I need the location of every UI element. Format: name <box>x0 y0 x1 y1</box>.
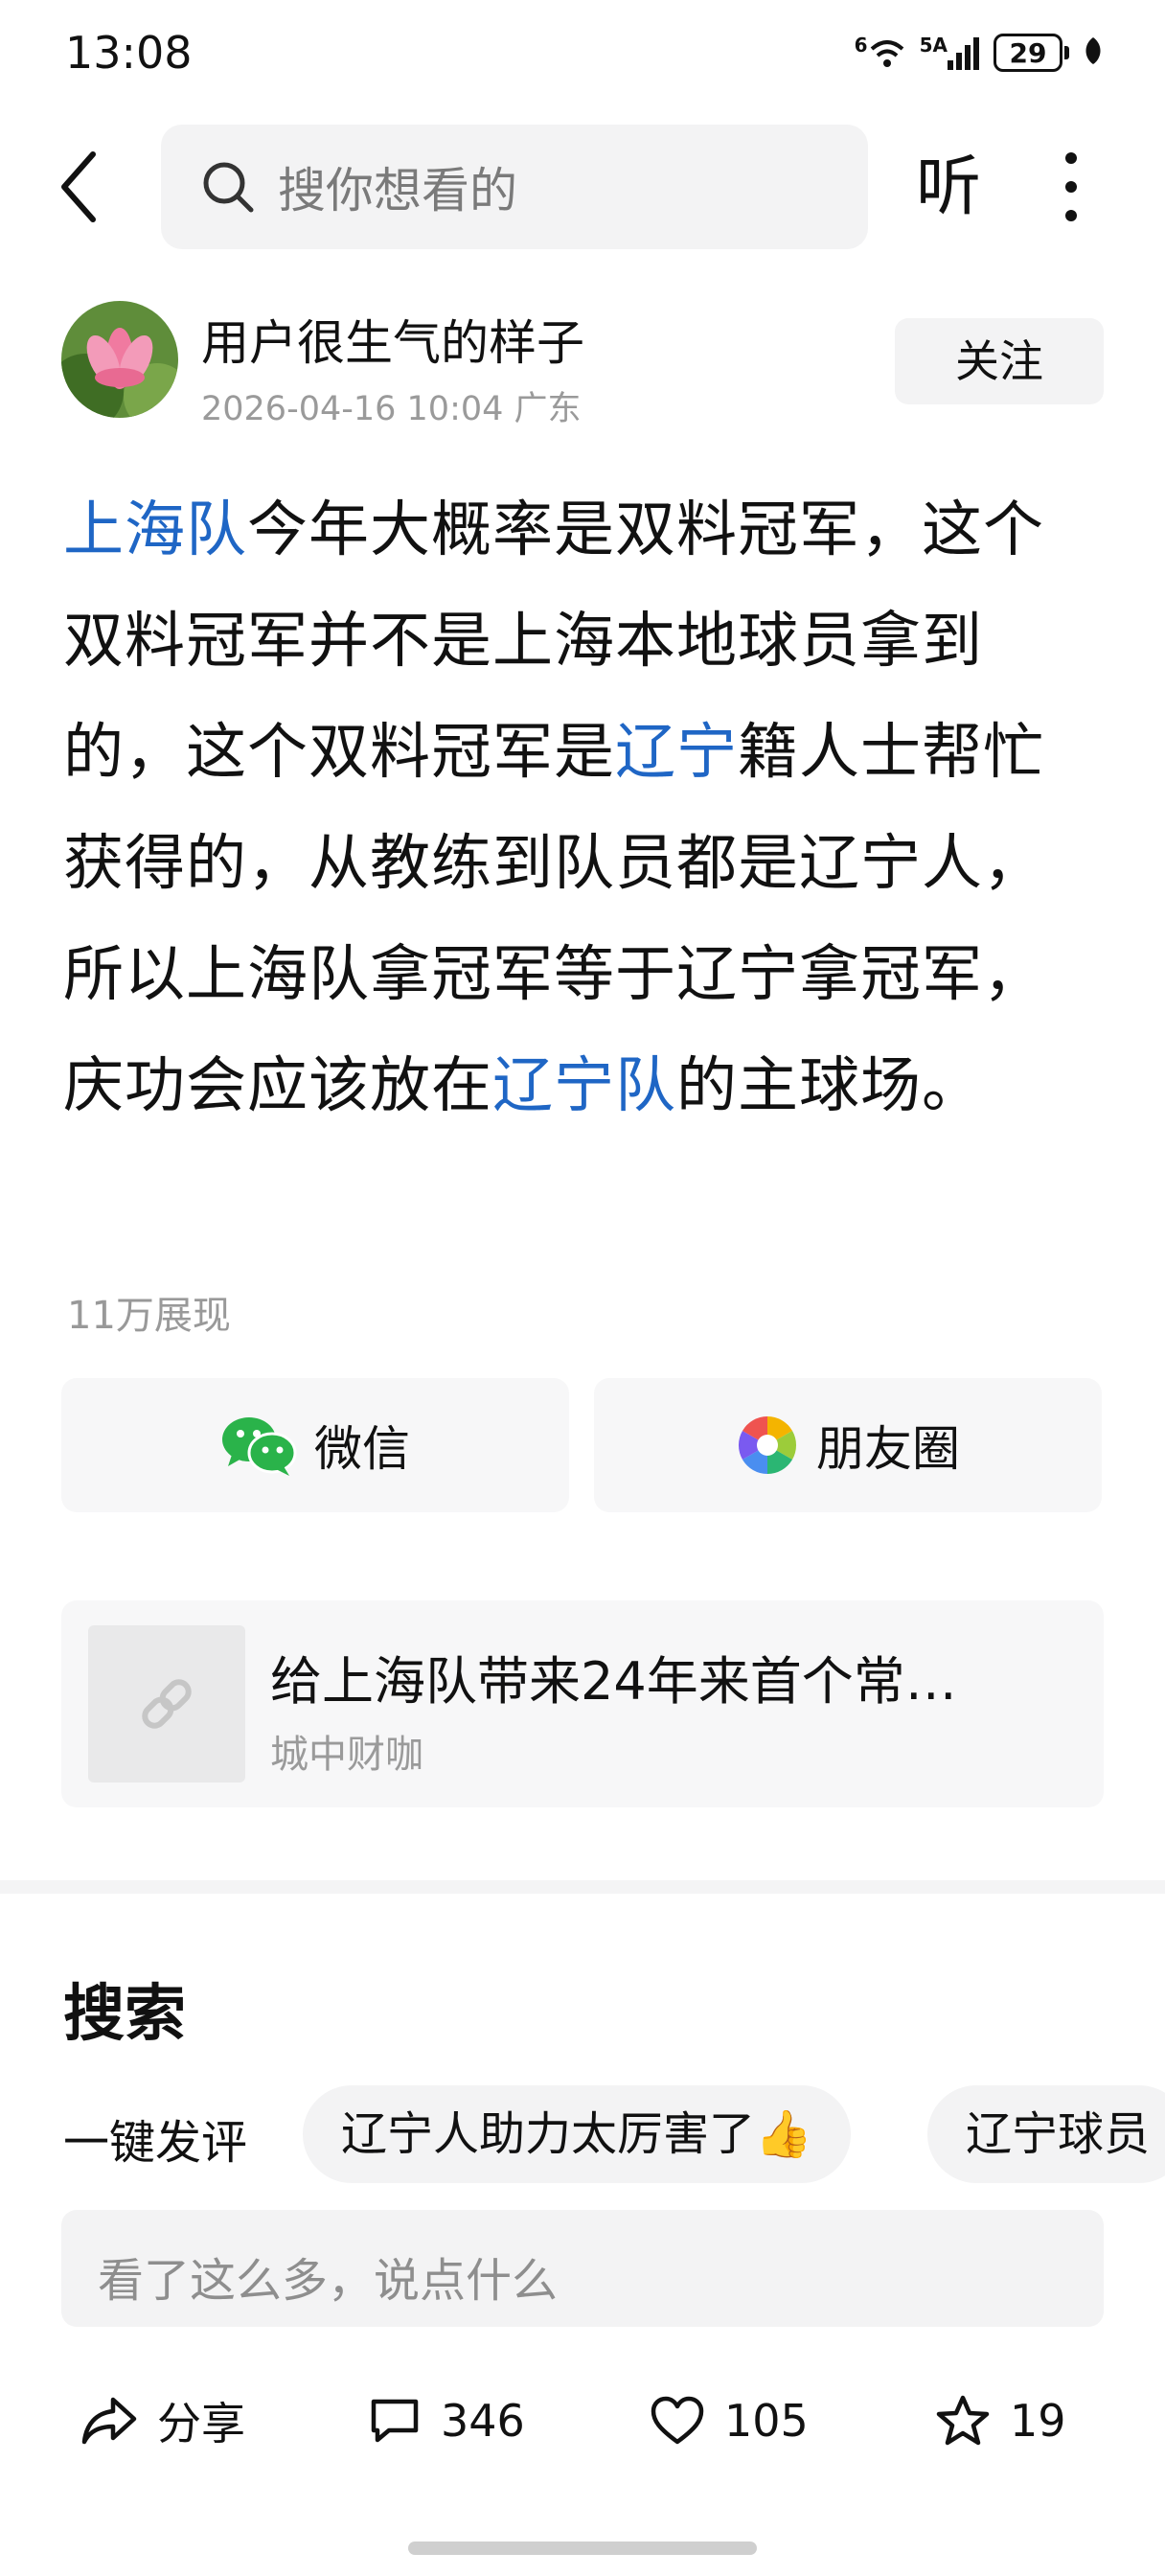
avatar[interactable] <box>61 301 178 418</box>
view-count: 11万展现 <box>67 1294 231 1338</box>
author-name[interactable]: 用户很生气的样子 <box>201 305 584 374</box>
share-moments-label: 朋友圈 <box>816 1421 960 1477</box>
quick-comment-chip[interactable]: 辽宁球员 <box>927 2085 1165 2183</box>
network-label-1: 6 <box>854 34 868 57</box>
search-input[interactable]: 搜你想看的 <box>161 125 868 249</box>
share-wechat-button[interactable]: 微信 <box>61 1378 569 1512</box>
more-icon[interactable] <box>1050 144 1092 230</box>
link-title: 给上海队带来24年来首个常… <box>270 1651 957 1712</box>
comment-input[interactable]: 看了这么多，说点什么 <box>61 2210 1104 2327</box>
status-icons: 6 5A 29 <box>855 29 1104 77</box>
like-button[interactable]: 105 <box>650 2382 809 2459</box>
cell-signal-icon: 5A <box>920 35 980 70</box>
keyword-link-shanghai[interactable]: 上海队 <box>63 494 247 564</box>
link-thumbnail <box>88 1625 245 1782</box>
post-text: 的主球场。 <box>676 1050 983 1120</box>
link-source: 城中财咖 <box>270 1733 423 1777</box>
back-button[interactable] <box>48 144 107 230</box>
favorite-count: 19 <box>1010 2395 1066 2447</box>
listen-button[interactable]: 听 <box>910 140 987 236</box>
heart-icon <box>651 2396 704 2445</box>
battery-icon: 29 <box>994 34 1069 72</box>
star-icon <box>936 2395 990 2446</box>
battery-level: 29 <box>994 34 1062 72</box>
comment-placeholder: 看了这么多，说点什么 <box>98 2254 559 2308</box>
quick-comment-label: 一键发评 <box>63 2116 248 2170</box>
back-arrow-icon <box>61 151 96 222</box>
share-moments-button[interactable]: 朋友圈 <box>594 1378 1102 1512</box>
share-wechat-label: 微信 <box>314 1421 410 1477</box>
status-time: 13:08 <box>65 27 193 79</box>
comment-button[interactable]: 346 <box>368 2382 525 2459</box>
favorite-button[interactable]: 19 <box>935 2382 1066 2459</box>
like-count: 105 <box>724 2395 809 2447</box>
share-icon <box>81 2397 137 2445</box>
quick-comment-chip[interactable]: 辽宁人助力太厉害了👍 <box>303 2085 851 2183</box>
wechat-icon <box>222 1417 297 1476</box>
home-indicator[interactable] <box>408 2542 757 2555</box>
related-link-card[interactable]: 给上海队带来24年来首个常… 城中财咖 <box>61 1600 1104 1807</box>
moments-icon <box>738 1416 797 1474</box>
comment-icon <box>371 2399 419 2443</box>
post-meta: 2026-04-16 10:04 广东 <box>201 390 582 428</box>
keyword-link-liaoning-team[interactable]: 辽宁队 <box>492 1050 676 1120</box>
wifi-icon: 6 <box>855 35 906 70</box>
share-button[interactable]: 分享 <box>80 2382 245 2459</box>
comment-count: 346 <box>441 2395 525 2447</box>
follow-button[interactable]: 关注 <box>895 318 1104 404</box>
section-divider <box>0 1880 1165 1894</box>
search-section-title: 搜索 <box>63 1979 186 2050</box>
share-label: 分享 <box>157 2398 245 2450</box>
keyword-link-liaoning[interactable]: 辽宁 <box>615 717 738 787</box>
link-icon <box>142 1679 192 1729</box>
search-icon <box>203 162 254 213</box>
network-label-2: 5A <box>919 34 948 57</box>
search-placeholder: 搜你想看的 <box>278 163 517 218</box>
post-body: 上海队今年大概率是双料冠军，这个双料冠军并不是上海本地球员拿到的，这个双料冠军是… <box>63 474 1069 1141</box>
leaf-icon <box>1083 35 1104 70</box>
